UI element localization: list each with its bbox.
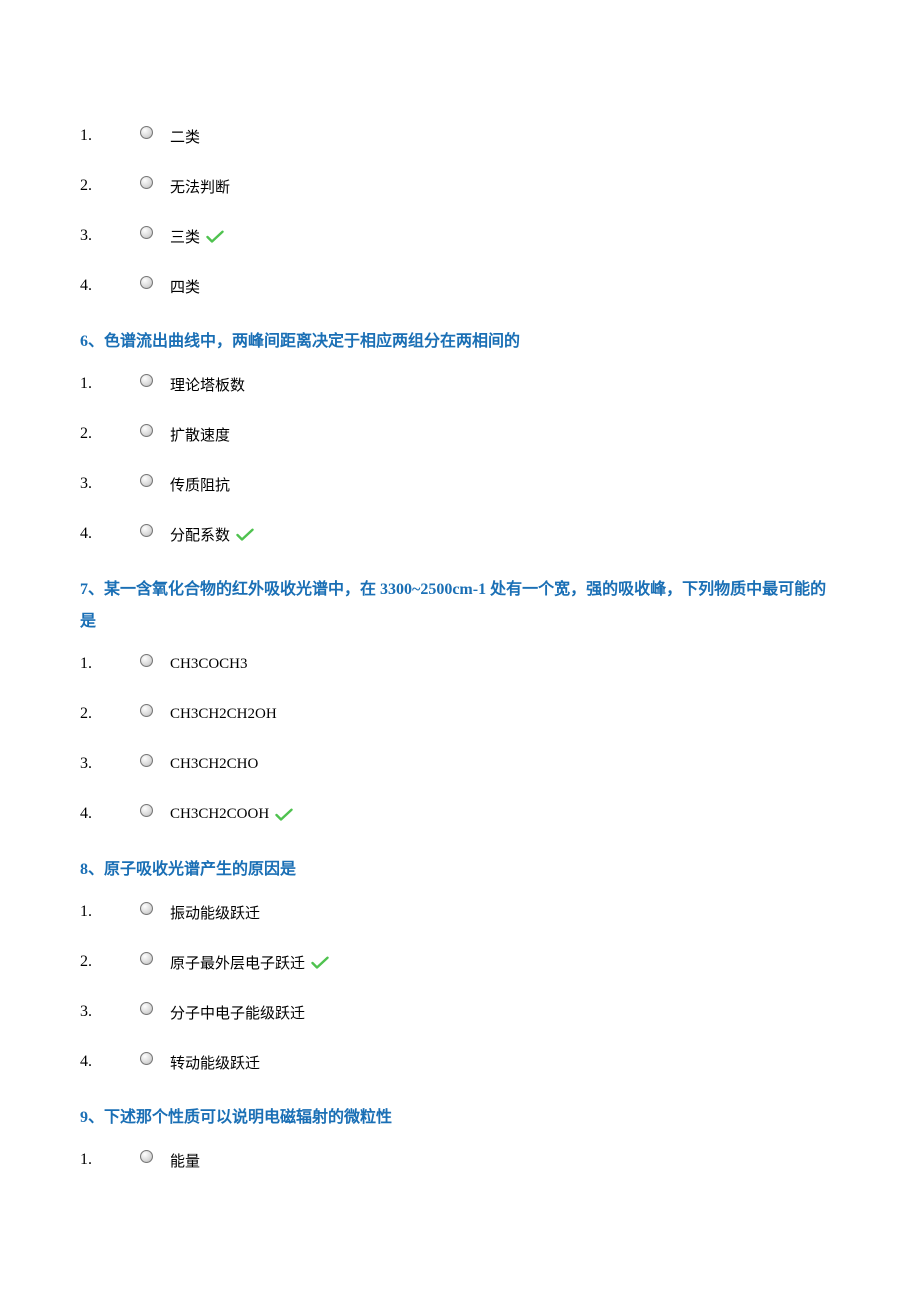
radio-wrap: [140, 902, 170, 915]
option-text: 传质阻抗: [170, 474, 230, 495]
radio-icon[interactable]: [140, 276, 153, 289]
option-number: 1.: [80, 375, 140, 393]
question-title: 9、下述那个性质可以说明电磁辐射的微粒性: [80, 1102, 840, 1134]
option-text: 四类: [170, 276, 200, 297]
option-text: CH3CH2CH2OH: [170, 706, 277, 723]
list-item: 2. 无法判断: [80, 170, 840, 202]
option-text: 理论塔板数: [170, 374, 245, 395]
option-number: 4.: [80, 525, 140, 543]
option-text: CH3COCH3: [170, 656, 248, 673]
list-item: 2. 扩散速度: [80, 418, 840, 450]
option-text: 振动能级跃迁: [170, 902, 260, 923]
option-text: 分配系数: [170, 524, 254, 545]
list-item: 2. CH3CH2CH2OH: [80, 698, 840, 730]
radio-wrap: [140, 1150, 170, 1163]
option-number: 1.: [80, 127, 140, 145]
radio-icon[interactable]: [140, 952, 153, 965]
list-item: 1. 振动能级跃迁: [80, 896, 840, 928]
radio-wrap: [140, 704, 170, 717]
option-number: 2.: [80, 177, 140, 195]
option-text: 三类: [170, 226, 224, 247]
radio-wrap: [140, 1002, 170, 1015]
option-text: CH3CH2COOH: [170, 806, 293, 823]
radio-icon[interactable]: [140, 524, 153, 537]
list-item: 1. 能量: [80, 1144, 840, 1176]
list-item: 1. 理论塔板数: [80, 368, 840, 400]
option-text: 转动能级跃迁: [170, 1052, 260, 1073]
radio-icon[interactable]: [140, 126, 153, 139]
check-icon: [206, 230, 224, 244]
option-text: 二类: [170, 126, 200, 147]
radio-wrap: [140, 474, 170, 487]
radio-wrap: [140, 374, 170, 387]
radio-wrap: [140, 424, 170, 437]
list-item: 4. 四类: [80, 270, 840, 302]
option-number: 1.: [80, 903, 140, 921]
list-item: 1. CH3COCH3: [80, 648, 840, 680]
radio-wrap: [140, 654, 170, 667]
option-text: 原子最外层电子跃迁: [170, 952, 329, 973]
radio-wrap: [140, 226, 170, 239]
option-text: 扩散速度: [170, 424, 230, 445]
list-item: 4. 转动能级跃迁: [80, 1046, 840, 1078]
check-icon: [236, 528, 254, 542]
list-item: 3. 三类: [80, 220, 840, 252]
option-number: 2.: [80, 953, 140, 971]
radio-icon[interactable]: [140, 654, 153, 667]
radio-wrap: [140, 804, 170, 817]
radio-icon[interactable]: [140, 902, 153, 915]
radio-wrap: [140, 176, 170, 189]
list-item: 2. 原子最外层电子跃迁: [80, 946, 840, 978]
list-item: 3. CH3CH2CHO: [80, 748, 840, 780]
radio-wrap: [140, 126, 170, 139]
option-number: 4.: [80, 805, 140, 823]
radio-wrap: [140, 1052, 170, 1065]
option-number: 3.: [80, 755, 140, 773]
radio-wrap: [140, 754, 170, 767]
option-number: 1.: [80, 655, 140, 673]
list-item: 4. CH3CH2COOH: [80, 798, 840, 830]
radio-icon[interactable]: [140, 804, 153, 817]
radio-icon[interactable]: [140, 1150, 153, 1163]
radio-icon[interactable]: [140, 424, 153, 437]
option-number: 2.: [80, 425, 140, 443]
radio-wrap: [140, 952, 170, 965]
check-icon: [311, 956, 329, 970]
option-text: 能量: [170, 1150, 200, 1171]
option-number: 3.: [80, 227, 140, 245]
option-text: 分子中电子能级跃迁: [170, 1002, 305, 1023]
option-number: 1.: [80, 1151, 140, 1169]
page-content: 1. 二类 2. 无法判断 3. 三类 4. 四类 6、色谱流出曲线中，两峰间距…: [0, 0, 920, 1234]
radio-icon[interactable]: [140, 754, 153, 767]
option-text: CH3CH2CHO: [170, 756, 258, 773]
option-number: 3.: [80, 475, 140, 493]
option-number: 3.: [80, 1003, 140, 1021]
radio-icon[interactable]: [140, 704, 153, 717]
list-item: 4. 分配系数: [80, 518, 840, 550]
option-number: 4.: [80, 1053, 140, 1071]
check-icon: [275, 808, 293, 822]
list-item: 3. 分子中电子能级跃迁: [80, 996, 840, 1028]
radio-icon[interactable]: [140, 374, 153, 387]
question-title: 7、某一含氧化合物的红外吸收光谱中，在 3300~2500cm-1 处有一个宽，…: [80, 574, 840, 638]
radio-icon[interactable]: [140, 1052, 153, 1065]
option-number: 4.: [80, 277, 140, 295]
question-title: 8、原子吸收光谱产生的原因是: [80, 854, 840, 886]
radio-icon[interactable]: [140, 474, 153, 487]
list-item: 1. 二类: [80, 120, 840, 152]
radio-icon[interactable]: [140, 226, 153, 239]
option-text: 无法判断: [170, 176, 230, 197]
question-title: 6、色谱流出曲线中，两峰间距离决定于相应两组分在两相间的: [80, 326, 840, 358]
list-item: 3. 传质阻抗: [80, 468, 840, 500]
radio-wrap: [140, 276, 170, 289]
radio-wrap: [140, 524, 170, 537]
option-number: 2.: [80, 705, 140, 723]
radio-icon[interactable]: [140, 1002, 153, 1015]
radio-icon[interactable]: [140, 176, 153, 189]
